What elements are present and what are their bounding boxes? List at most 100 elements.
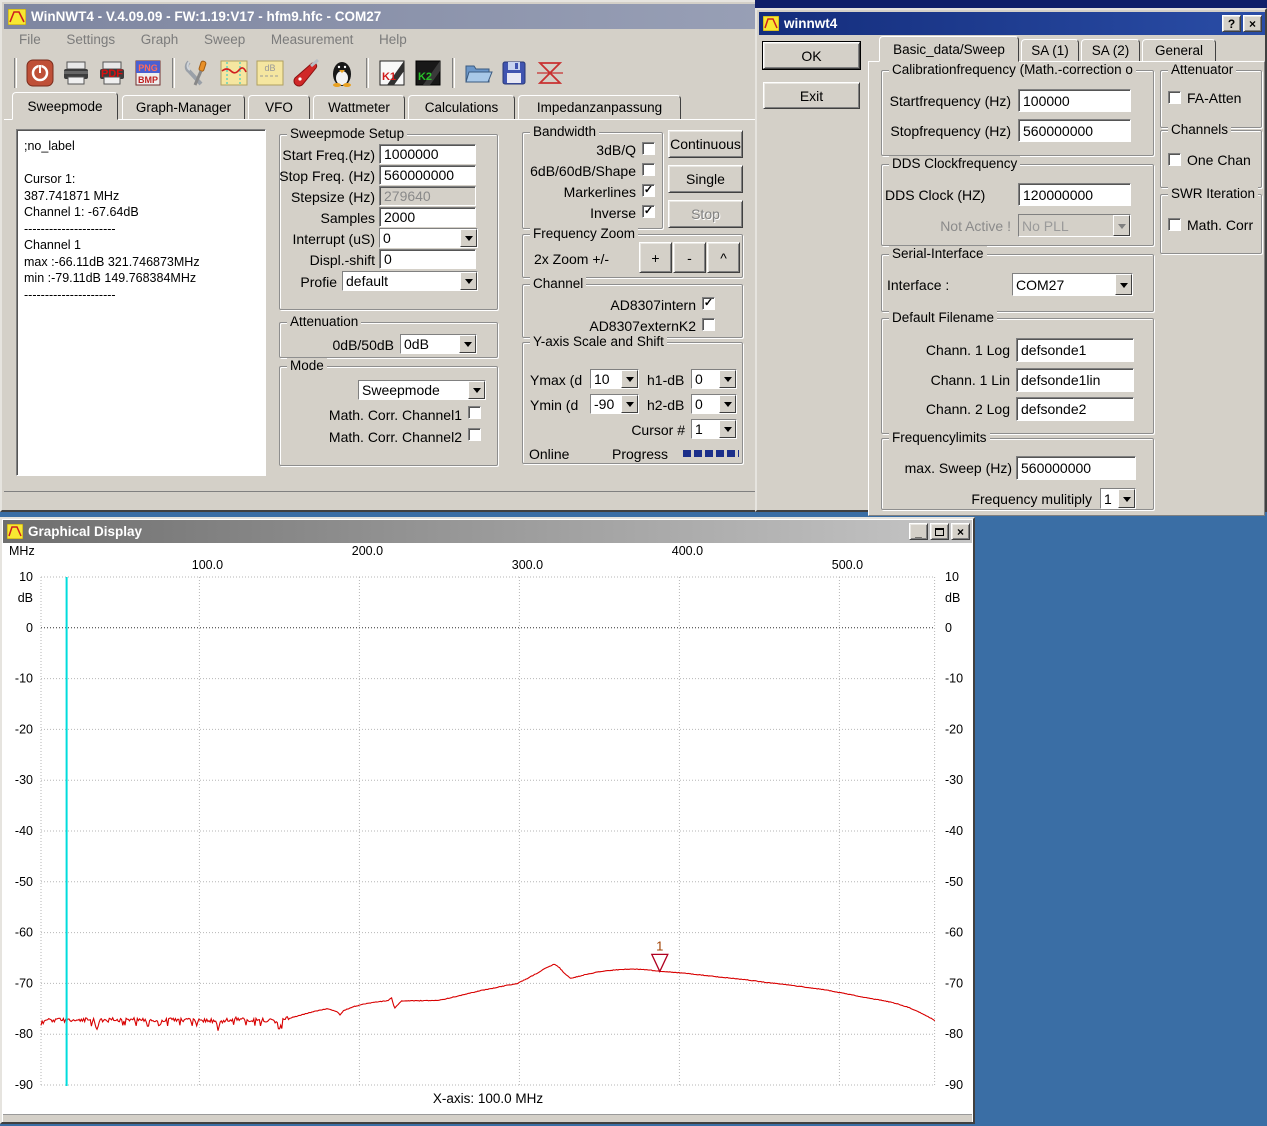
menu-graph[interactable]: Graph <box>130 29 190 50</box>
ymin-select[interactable]: -90 <box>590 394 639 414</box>
sweep-window-button[interactable] <box>217 56 251 90</box>
one-chan-checkbox[interactable] <box>1168 153 1181 166</box>
ad8307intern-checkbox[interactable]: ✓ <box>702 297 715 310</box>
tab-general[interactable]: General <box>1142 39 1216 62</box>
swr-math-corr-checkbox[interactable] <box>1168 218 1181 231</box>
displ-shift-field[interactable]: 0 <box>379 249 476 269</box>
frequency-multiply-select[interactable]: 1 <box>1100 488 1136 509</box>
zoom-out-button[interactable]: - <box>673 242 706 273</box>
chevron-down-icon[interactable] <box>468 381 485 399</box>
chart-window-title: Graphical Display <box>28 524 142 539</box>
math-corr-ch2-checkbox[interactable] <box>468 428 481 441</box>
dds-clock-field[interactable]: 120000000 <box>1018 183 1131 206</box>
chevron-down-icon[interactable] <box>719 395 736 413</box>
mode-select[interactable]: Sweepmode <box>358 380 486 400</box>
zoom-in-button[interactable]: + <box>639 242 672 273</box>
tab-sa2[interactable]: SA (2) <box>1081 39 1140 62</box>
tab-calculations[interactable]: Calculations <box>408 95 515 120</box>
maximize-button[interactable] <box>930 523 949 540</box>
menu-file[interactable]: File <box>8 29 52 50</box>
tab-sa1[interactable]: SA (1) <box>1021 39 1079 62</box>
swr-math-corr-label: Math. Corr <box>1187 217 1259 233</box>
markerlines-checkbox[interactable]: ✓ <box>642 184 655 197</box>
bandwidth-3db-checkbox[interactable] <box>642 142 655 155</box>
exit-button[interactable]: Exit <box>763 82 860 109</box>
h1-db-select[interactable]: 0 <box>691 369 737 389</box>
interrupt-select[interactable]: 0 <box>379 228 478 248</box>
close-button[interactable]: × <box>951 523 970 540</box>
chann2-log-field[interactable]: defsonde2 <box>1016 397 1134 421</box>
print-pdf-button[interactable]: PDF <box>95 56 129 90</box>
minimize-button[interactable]: _ <box>909 523 928 540</box>
save-file-button[interactable] <box>497 56 531 90</box>
help-button[interactable]: ? <box>1222 15 1241 32</box>
tab-impedanzanpassung[interactable]: Impedanzanpassung <box>518 95 681 120</box>
bandwidth-6db-checkbox[interactable] <box>642 163 655 176</box>
power-button[interactable] <box>23 56 57 90</box>
tab-graph-manager[interactable]: Graph-Manager <box>122 95 245 120</box>
interface-select[interactable]: COM27 <box>1012 273 1133 296</box>
menu-measurement[interactable]: Measurement <box>260 29 365 50</box>
dialog-title-bar[interactable]: winnwt4 ? × <box>759 12 1265 35</box>
chevron-down-icon[interactable] <box>460 272 477 290</box>
menu-settings[interactable]: Settings <box>55 29 126 50</box>
startfrequency-field[interactable]: 100000 <box>1018 89 1131 112</box>
samples-field[interactable]: 2000 <box>379 207 476 227</box>
linux-tux-button[interactable] <box>325 56 359 90</box>
chann1-lin-field[interactable]: defsonde1lin <box>1016 368 1134 392</box>
chevron-down-icon[interactable] <box>719 420 736 438</box>
math-corr-ch1-checkbox[interactable] <box>468 406 481 419</box>
tab-sweepmode[interactable]: Sweepmode <box>12 92 118 120</box>
swiss-knife-button[interactable] <box>289 56 323 90</box>
inverse-checkbox[interactable]: ✓ <box>642 205 655 218</box>
h2-value: 0 <box>692 395 719 413</box>
start-freq-field[interactable]: 1000000 <box>379 144 476 164</box>
chevron-down-icon[interactable] <box>459 335 476 353</box>
ad8307externk2-checkbox[interactable] <box>702 318 715 331</box>
single-button[interactable]: Single <box>668 165 743 193</box>
info-line: ---------------------- <box>24 287 258 304</box>
chevron-down-icon[interactable] <box>621 370 638 388</box>
chevron-down-icon[interactable] <box>1115 274 1132 295</box>
fa-atten-checkbox[interactable] <box>1168 91 1181 104</box>
chevron-down-icon[interactable] <box>621 395 638 413</box>
zoom-reset-button[interactable]: ^ <box>707 242 740 273</box>
tab-basic-data-sweep[interactable]: Basic_data/Sweep <box>879 36 1019 62</box>
chevron-down-icon[interactable] <box>1118 489 1135 508</box>
sweep-chart[interactable]: 100.0200.0300.0400.0500.0MHz101000-10-10… <box>3 543 972 1116</box>
stop-freq-field[interactable]: 560000000 <box>379 165 476 185</box>
impedance-button[interactable] <box>533 56 567 90</box>
chevron-down-icon[interactable] <box>460 229 477 247</box>
chart-title-bar[interactable]: Graphical Display _ × <box>3 520 972 543</box>
menu-sweep[interactable]: Sweep <box>193 29 256 50</box>
tools-button[interactable] <box>181 56 215 90</box>
ok-button[interactable]: OK <box>763 42 860 69</box>
tab-vfo[interactable]: VFO <box>248 95 310 120</box>
interrupt-label: Interrupt (uS) <box>280 231 375 247</box>
stop-freq-label: Stop Freq. (Hz) <box>280 168 375 184</box>
profile-select[interactable]: default <box>342 271 478 291</box>
db-window-button[interactable]: dB <box>253 56 287 90</box>
stopfrequency-field[interactable]: 560000000 <box>1018 119 1131 142</box>
calibrate-k1-button[interactable]: K1 <box>375 56 409 90</box>
open-file-button[interactable] <box>461 56 495 90</box>
cursor-number-select[interactable]: 1 <box>691 419 737 439</box>
stopfrequency-label: Stopfrequency (Hz) <box>885 123 1011 139</box>
h2-db-select[interactable]: 0 <box>691 394 737 414</box>
print-button[interactable] <box>59 56 93 90</box>
measurement-info-panel[interactable]: ;no_label Cursor 1: 387.741871 MHz Chann… <box>16 129 266 476</box>
menu-help[interactable]: Help <box>368 29 418 50</box>
chevron-down-icon[interactable] <box>719 370 736 388</box>
continuous-button[interactable]: Continuous <box>668 130 743 158</box>
calibrate-k2-button[interactable]: K2 <box>411 56 445 90</box>
ymax-select[interactable]: 10 <box>590 369 639 389</box>
export-png-bmp-button[interactable]: PNGBMP <box>131 56 165 90</box>
stepsize-label: Stepsize (Hz) <box>280 189 375 205</box>
tab-wattmeter[interactable]: Wattmeter <box>313 95 405 120</box>
attenuation-select[interactable]: 0dB <box>400 334 477 354</box>
close-button[interactable]: × <box>1243 15 1262 32</box>
svg-text:K2: K2 <box>418 71 432 83</box>
y-tick-label-right: -30 <box>945 773 963 787</box>
max-sweep-field[interactable]: 560000000 <box>1016 456 1136 480</box>
chann1-log-field[interactable]: defsonde1 <box>1016 338 1134 362</box>
